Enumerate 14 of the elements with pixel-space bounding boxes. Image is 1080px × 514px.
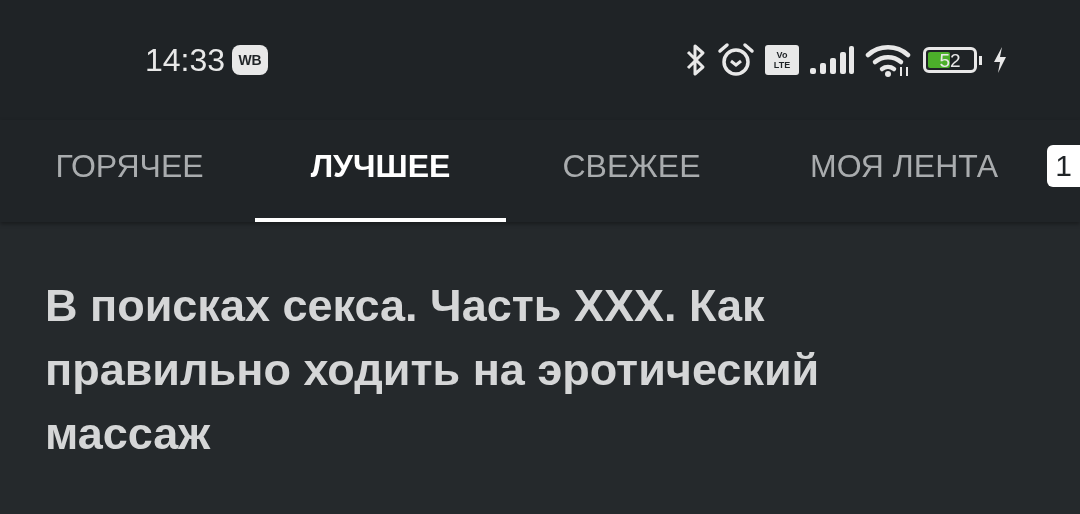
wifi-icon xyxy=(865,43,913,77)
tab[interactable]: МОЯ ЛЕНТА 1 xyxy=(757,120,1080,222)
tab[interactable]: ГОРЯЧЕЕ xyxy=(4,120,255,222)
clock-time: 14:33 xyxy=(145,41,226,79)
bluetooth-icon xyxy=(685,43,707,77)
volte-icon: Vo LTE xyxy=(765,45,799,75)
app-badge: WB xyxy=(232,45,269,75)
tab[interactable]: ЛУЧШЕЕ xyxy=(255,120,506,222)
charging-icon xyxy=(992,46,1008,74)
post-title[interactable]: В поисках секса. Часть XXX. Как правильно ходить на эротический массаж xyxy=(45,274,965,466)
tab[interactable]: СВЕЖЕЕ xyxy=(506,120,757,222)
signal-icon xyxy=(809,45,855,75)
alarm-clock-icon xyxy=(717,42,755,78)
count-badge: 1 xyxy=(1047,145,1080,187)
